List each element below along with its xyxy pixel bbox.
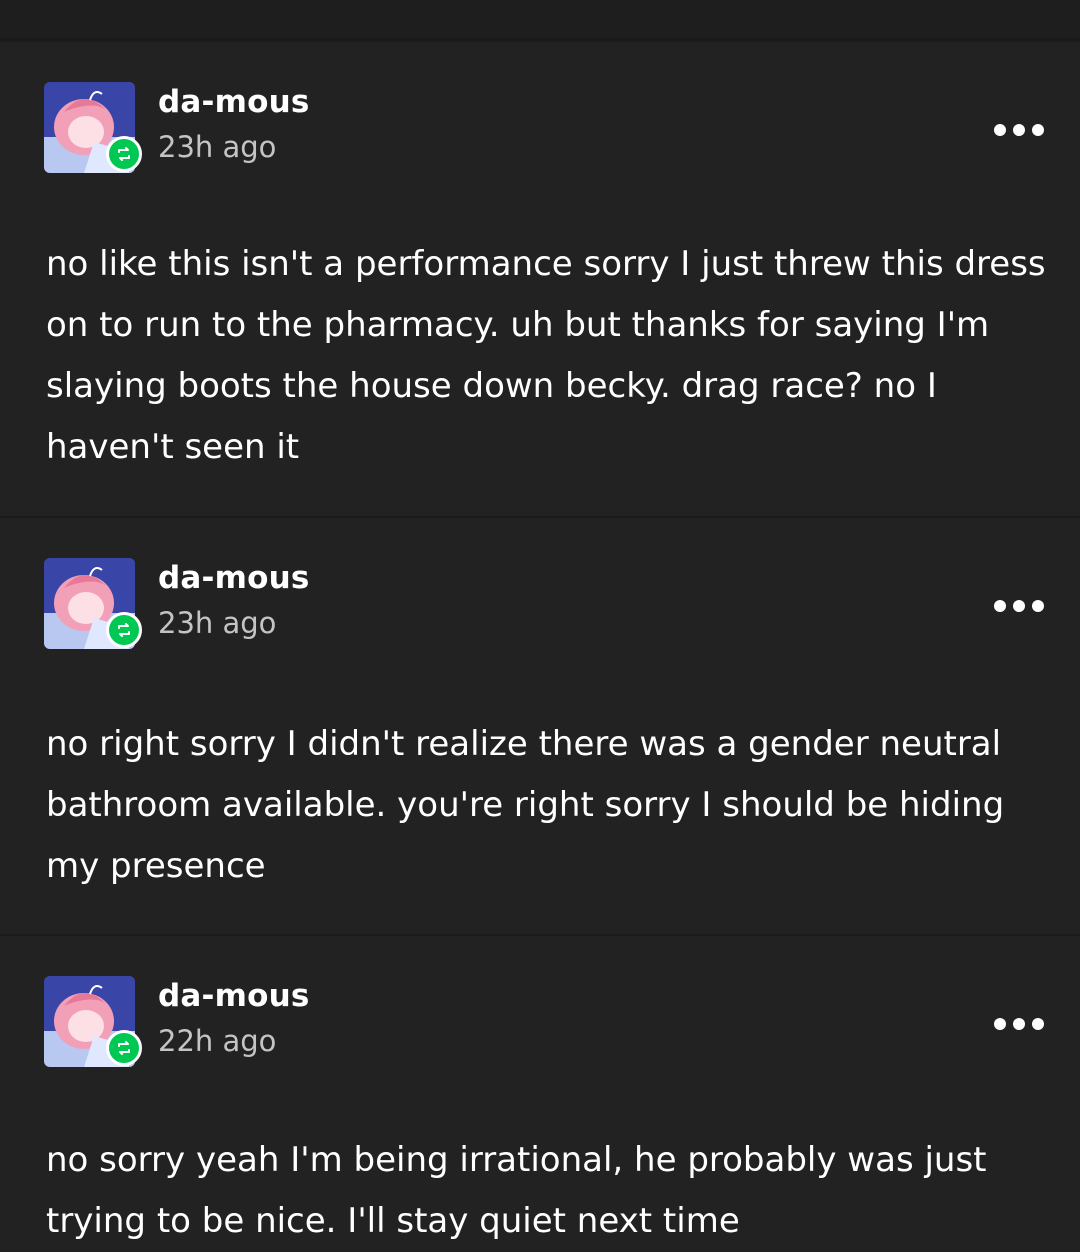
dot-icon — [1013, 1018, 1025, 1030]
top-bar — [0, 0, 1080, 40]
dot-icon — [1032, 124, 1044, 136]
post-timestamp: 23h ago — [158, 130, 277, 164]
post-card: da-mous 22h ago no sorry yeah I'm being … — [0, 934, 1080, 1249]
dot-icon — [994, 124, 1006, 136]
username-link[interactable]: da-mous — [158, 560, 310, 596]
post-timestamp: 22h ago — [158, 1024, 277, 1058]
reblog-icon — [106, 1030, 142, 1066]
post-timestamp: 23h ago — [158, 606, 277, 640]
post-card: da-mous 23h ago no right sorry I didn't … — [0, 516, 1080, 936]
more-options-button[interactable] — [994, 596, 1044, 616]
dot-icon — [1013, 600, 1025, 612]
post-header: da-mous 22h ago — [44, 974, 1044, 1070]
dot-icon — [1032, 1018, 1044, 1030]
username-link[interactable]: da-mous — [158, 84, 310, 120]
reblog-icon — [106, 136, 142, 172]
username-link[interactable]: da-mous — [158, 978, 310, 1014]
more-options-button[interactable] — [994, 1014, 1044, 1034]
post-body: no right sorry I didn't realize there wa… — [46, 724, 1005, 886]
post-card: da-mous 23h ago no like this isn't a per… — [0, 40, 1080, 518]
dot-icon — [1013, 124, 1025, 136]
dot-icon — [994, 1018, 1006, 1030]
post-body: no like this isn't a performance sorry I… — [46, 244, 1046, 467]
post-body: no sorry yeah I'm being irrational, he p… — [46, 1140, 987, 1241]
post-header: da-mous 23h ago — [44, 556, 1044, 652]
reblog-icon — [106, 612, 142, 648]
dot-icon — [994, 600, 1006, 612]
more-options-button[interactable] — [994, 120, 1044, 140]
dot-icon — [1032, 600, 1044, 612]
post-header: da-mous 23h ago — [44, 80, 1044, 176]
